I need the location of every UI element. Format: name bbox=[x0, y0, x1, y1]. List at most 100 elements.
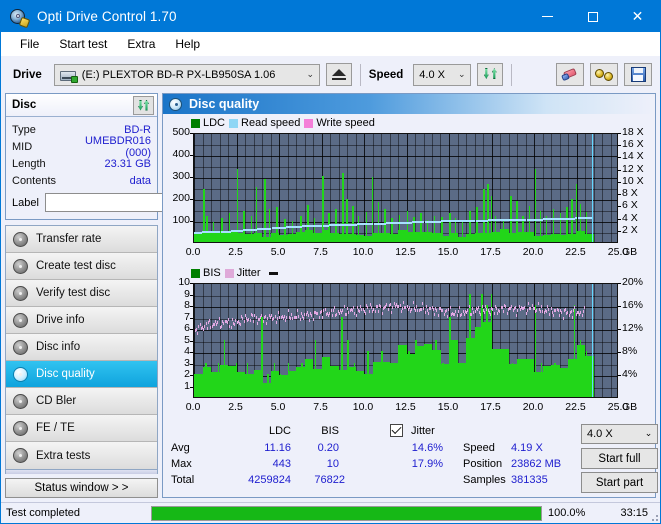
chevron-down-icon: ⌄ bbox=[644, 429, 653, 439]
start-full-button[interactable]: Start full bbox=[581, 448, 658, 469]
y-axis-tickmark bbox=[190, 329, 193, 330]
sidebar-item-disc-quality[interactable]: Disc quality bbox=[6, 361, 157, 388]
jitter-label: Jitter bbox=[411, 425, 435, 437]
jitter-point bbox=[296, 315, 297, 319]
data-bar bbox=[338, 370, 347, 397]
results-avg-jitter: 14.6% bbox=[411, 442, 443, 454]
jitter-point bbox=[199, 322, 201, 326]
eject-button[interactable] bbox=[325, 63, 352, 86]
jitter-point bbox=[400, 310, 402, 314]
menu-item-extra[interactable]: Extra bbox=[117, 34, 165, 54]
results-col-bis: BIS bbox=[321, 425, 339, 437]
jitter-point bbox=[489, 313, 491, 317]
legend-swatch bbox=[191, 118, 200, 128]
data-spike bbox=[534, 169, 537, 242]
data-spike bbox=[487, 183, 489, 242]
jitter-point bbox=[267, 317, 269, 321]
menu-item-file[interactable]: File bbox=[10, 34, 49, 54]
data-spike bbox=[287, 362, 289, 397]
jitter-point bbox=[347, 307, 349, 311]
sidebar-item-label: Drive info bbox=[36, 314, 85, 326]
jitter-point bbox=[298, 314, 300, 318]
speed-select[interactable]: 4.0 X ⌄ bbox=[413, 63, 472, 86]
data-spike bbox=[328, 362, 330, 397]
disc-row-value: UMEBDR016 (000) bbox=[84, 134, 151, 159]
data-spike bbox=[406, 211, 408, 242]
sidebar-item-verify-test-disc[interactable]: Verify test disc bbox=[6, 280, 157, 307]
jitter-point bbox=[495, 306, 497, 310]
results-panel: LDC BIS Jitter Avg 11.16 0.20 14.6% Max … bbox=[163, 421, 658, 497]
y-axis-tickmark bbox=[190, 352, 193, 353]
drive-select[interactable]: (E:) PLEXTOR BD-R PX-LB950SA 1.06 ⌄ bbox=[53, 63, 320, 86]
sidebar-item-drive-info[interactable]: Drive info bbox=[6, 307, 157, 334]
disc-bler-icon bbox=[13, 393, 28, 409]
sidebar-item-extra-tests[interactable]: Extra tests bbox=[6, 442, 157, 469]
sidebar-item-label: Create test disc bbox=[36, 260, 116, 272]
menu-item-start-test[interactable]: Start test bbox=[49, 34, 117, 54]
disc-refresh-button[interactable] bbox=[133, 95, 154, 115]
jitter-point bbox=[234, 322, 236, 326]
data-spike bbox=[442, 362, 444, 397]
data-spike bbox=[420, 213, 422, 242]
results-max-ldc: 443 bbox=[272, 458, 291, 470]
jitter-point bbox=[217, 321, 219, 325]
jitter-point bbox=[370, 306, 372, 310]
jitter-point bbox=[334, 305, 336, 309]
sidebar-item-create-test-disc[interactable]: Create test disc bbox=[6, 253, 157, 280]
speed-label: Speed bbox=[368, 68, 404, 81]
sidebar-item-transfer-rate[interactable]: Transfer rate bbox=[6, 226, 157, 253]
y-axis-tickmark bbox=[190, 340, 193, 342]
jitter-point bbox=[305, 313, 307, 317]
chart1-legend: LDC Read speed Write speed bbox=[191, 117, 375, 129]
drive-toolbar: Drive (E:) PLEXTOR BD-R PX-LB950SA 1.06 … bbox=[1, 56, 660, 93]
y-axis-tick: 3 bbox=[184, 356, 190, 369]
window-title: Opti Drive Control 1.70 bbox=[37, 9, 177, 24]
y2-axis-tick: 12 X bbox=[622, 162, 644, 175]
gold-discs-icon bbox=[595, 68, 614, 82]
results-total-ldc: 4259824 bbox=[248, 474, 291, 486]
sidebar-item-cd-bler[interactable]: CD Bler bbox=[6, 388, 157, 415]
save-button[interactable] bbox=[624, 63, 653, 86]
data-spike bbox=[428, 362, 431, 397]
y-axis-tick: 200 bbox=[172, 192, 190, 204]
data-spike bbox=[449, 213, 451, 242]
results-avg-ldc: 11.16 bbox=[264, 442, 291, 454]
eject-icon bbox=[331, 69, 346, 80]
status-window-button[interactable]: Status window > > bbox=[5, 478, 158, 498]
legend-marker bbox=[265, 271, 278, 275]
sidebar-item-disc-info[interactable]: Disc info bbox=[6, 334, 157, 361]
jitter-point bbox=[381, 311, 383, 315]
data-bar bbox=[202, 367, 211, 397]
toolbar-divider bbox=[359, 63, 361, 86]
jitter-point bbox=[416, 304, 418, 308]
nav-list: Transfer rate Create test disc Verify te… bbox=[5, 225, 158, 470]
minimize-button[interactable] bbox=[525, 1, 570, 32]
jitter-point bbox=[278, 311, 280, 315]
data-spike bbox=[421, 351, 424, 397]
disc-quality-icon bbox=[169, 97, 182, 111]
jitter-point bbox=[218, 317, 220, 321]
resize-grip-icon[interactable] bbox=[648, 511, 658, 521]
close-button[interactable]: ✕ bbox=[615, 1, 660, 32]
legend-dash-icon bbox=[268, 271, 278, 275]
jitter-point bbox=[401, 307, 403, 311]
jitter-point bbox=[506, 312, 508, 316]
data-spike bbox=[342, 172, 344, 242]
sidebar-item-fe-te[interactable]: FE / TE bbox=[6, 415, 157, 442]
start-part-button[interactable]: Start part bbox=[581, 472, 658, 493]
maximize-button[interactable] bbox=[570, 1, 615, 32]
disc-box-header: Disc bbox=[6, 94, 157, 117]
x-axis-tick: 15.0 bbox=[437, 401, 459, 413]
menu-item-help[interactable]: Help bbox=[165, 34, 210, 54]
data-spike bbox=[322, 176, 324, 242]
jitter-point bbox=[484, 310, 486, 314]
jitter-point bbox=[392, 306, 394, 310]
discs-button[interactable] bbox=[590, 63, 619, 86]
test-speed-select[interactable]: 4.0 X ⌄ bbox=[581, 424, 658, 444]
y2-axis-tickmark bbox=[618, 329, 621, 330]
erase-button[interactable] bbox=[556, 63, 585, 86]
data-spike bbox=[294, 374, 296, 397]
data-spike bbox=[528, 205, 531, 242]
refresh-button[interactable] bbox=[477, 63, 504, 86]
jitter-checkbox[interactable] bbox=[390, 424, 403, 437]
